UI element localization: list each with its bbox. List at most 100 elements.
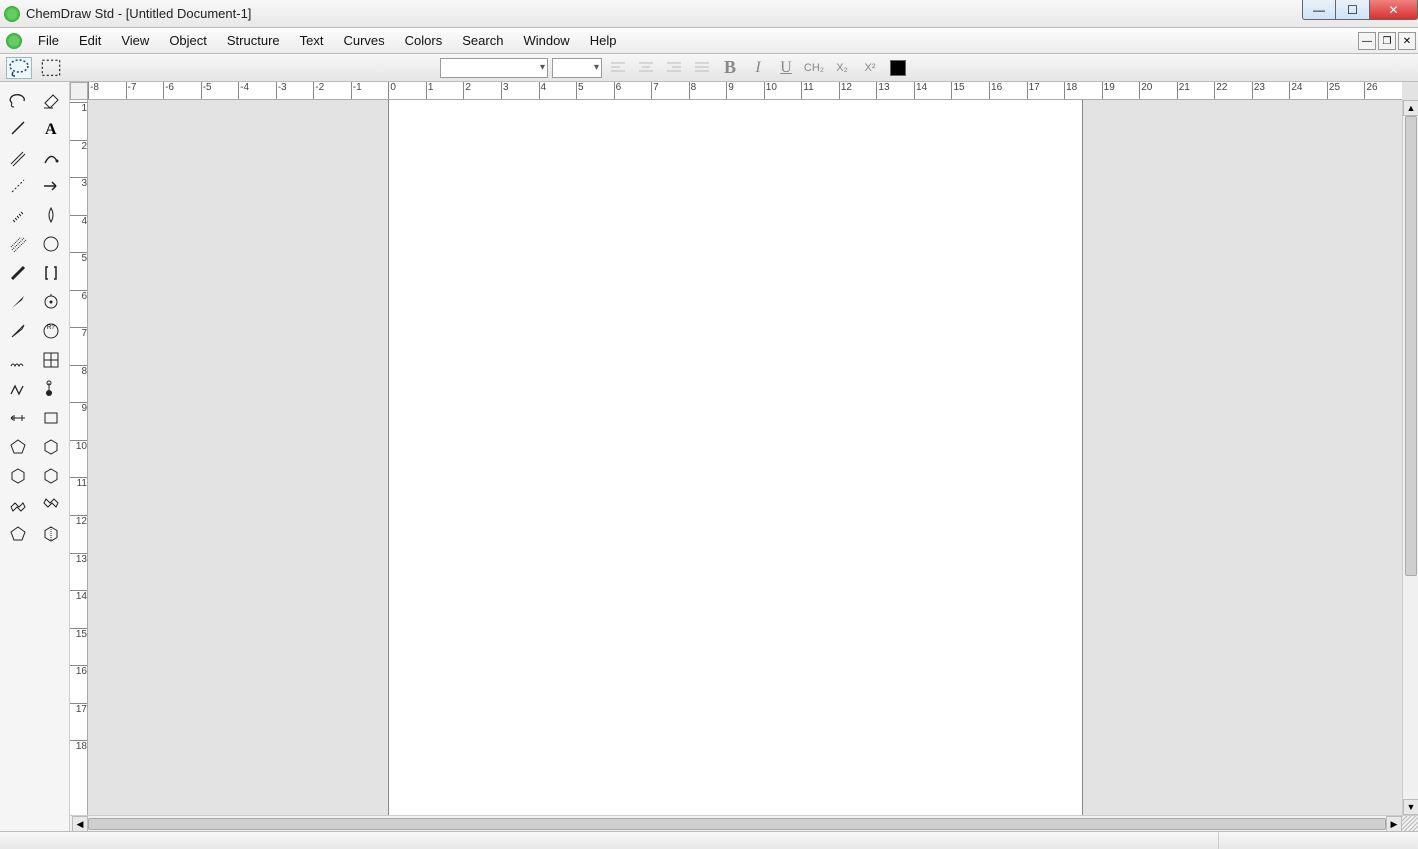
v-tick: 7 bbox=[70, 327, 88, 339]
font-size-select[interactable]: ▾ bbox=[552, 58, 602, 78]
minimize-button[interactable]: — bbox=[1302, 0, 1336, 20]
mdi-close-button[interactable]: ✕ bbox=[1398, 32, 1416, 50]
close-button[interactable]: ✕ bbox=[1370, 0, 1418, 20]
menu-colors[interactable]: Colors bbox=[395, 30, 453, 51]
underline-button[interactable]: U bbox=[774, 57, 798, 79]
superscript-button[interactable]: X² bbox=[858, 57, 882, 79]
menu-edit[interactable]: Edit bbox=[69, 30, 111, 51]
lasso-tool-button[interactable] bbox=[6, 57, 32, 79]
h-scroll-thumb[interactable] bbox=[88, 818, 1386, 830]
tool-hashed-bond[interactable] bbox=[3, 201, 34, 229]
table-icon bbox=[41, 350, 61, 370]
chain-icon bbox=[8, 379, 28, 399]
hollow-wedge-icon bbox=[8, 321, 28, 341]
drawing-page[interactable] bbox=[388, 100, 1083, 815]
canvas-scroll-area[interactable] bbox=[88, 100, 1402, 815]
tool-cyclopentane[interactable] bbox=[3, 520, 34, 548]
horizontal-scrollbar[interactable]: ◀ ▶ bbox=[72, 816, 1402, 831]
h-tick: 26 bbox=[1364, 82, 1377, 100]
tool-chair-a[interactable] bbox=[3, 491, 34, 519]
scroll-left-button[interactable]: ◀ bbox=[72, 816, 88, 832]
menu-text[interactable]: Text bbox=[290, 30, 334, 51]
formula-button[interactable]: CH₂ bbox=[802, 57, 826, 79]
v-tick: 16 bbox=[70, 665, 88, 677]
tool-orbital[interactable] bbox=[36, 201, 67, 229]
tool-eraser[interactable] bbox=[36, 85, 67, 113]
marquee-tool-button[interactable] bbox=[38, 57, 64, 79]
menu-help[interactable]: Help bbox=[580, 30, 627, 51]
tool-chair-b[interactable] bbox=[36, 491, 67, 519]
tool-chain[interactable] bbox=[3, 375, 34, 403]
tool-circle-draw[interactable] bbox=[36, 230, 67, 258]
align-center-button[interactable] bbox=[634, 57, 658, 79]
h-tick: 14 bbox=[914, 82, 927, 100]
menu-window[interactable]: Window bbox=[513, 30, 579, 51]
font-family-select[interactable]: ▾ bbox=[440, 58, 548, 78]
tool-brackets[interactable] bbox=[36, 259, 67, 287]
v-tick: 13 bbox=[70, 553, 88, 565]
menu-search[interactable]: Search bbox=[452, 30, 513, 51]
v-tick: 5 bbox=[70, 252, 88, 264]
tool-cyclohexane-3d[interactable] bbox=[36, 520, 67, 548]
menu-view[interactable]: View bbox=[111, 30, 159, 51]
chevron-down-icon: ▾ bbox=[540, 62, 545, 73]
menu-curves[interactable]: Curves bbox=[333, 30, 394, 51]
size-grip[interactable] bbox=[1402, 816, 1418, 832]
tool-benzene[interactable] bbox=[36, 433, 67, 461]
bold-button[interactable]: B bbox=[718, 57, 742, 79]
scroll-right-button[interactable]: ▶ bbox=[1386, 816, 1402, 832]
tool-multiple-bonds[interactable] bbox=[3, 143, 34, 171]
tool-single-bond[interactable] bbox=[3, 114, 34, 142]
tool-chemical-symbol[interactable] bbox=[36, 288, 67, 316]
align-right-button[interactable] bbox=[662, 57, 686, 79]
status-left bbox=[0, 832, 1218, 849]
tool-text-atom[interactable]: A bbox=[36, 114, 67, 142]
tool-pen[interactable] bbox=[36, 143, 67, 171]
vertical-ruler[interactable]: 123456789101112131415161718 bbox=[70, 100, 88, 815]
mdi-minimize-button[interactable]: — bbox=[1358, 32, 1376, 50]
tool-wavy-bonds[interactable] bbox=[3, 230, 34, 258]
menu-object[interactable]: Object bbox=[159, 30, 217, 51]
cyclohexane-icon bbox=[8, 466, 28, 486]
tool-cyclohexane-alt[interactable] bbox=[36, 462, 67, 490]
tool-tlc-plate[interactable] bbox=[36, 375, 67, 403]
v-tick: 12 bbox=[70, 515, 88, 527]
italic-button[interactable]: I bbox=[746, 57, 770, 79]
color-swatch-button[interactable] bbox=[890, 60, 906, 76]
mdi-restore-button[interactable]: ❐ bbox=[1378, 32, 1396, 50]
v-tick: 6 bbox=[70, 290, 88, 302]
query-icon: R? bbox=[41, 321, 61, 341]
tool-table[interactable] bbox=[36, 346, 67, 374]
align-justify-button[interactable] bbox=[690, 57, 714, 79]
chair-b-icon bbox=[41, 495, 61, 515]
status-bar bbox=[0, 831, 1418, 849]
align-left-button[interactable] bbox=[606, 57, 630, 79]
main-area: A R? -8-7-6-5-4-3-2-101234567891011121314… bbox=[0, 82, 1418, 831]
ruler-corner bbox=[70, 82, 88, 100]
tool-cyclopentadiene[interactable] bbox=[3, 433, 34, 461]
tool-arrow[interactable] bbox=[36, 172, 67, 200]
menu-structure[interactable]: Structure bbox=[217, 30, 290, 51]
tool-bold-bond[interactable] bbox=[3, 259, 34, 287]
tool-lasso[interactable] bbox=[3, 85, 34, 113]
tool-acyclic-chain[interactable] bbox=[3, 404, 34, 432]
v-scroll-thumb[interactable] bbox=[1405, 116, 1417, 576]
horizontal-ruler[interactable]: -8-7-6-5-4-3-2-1012345678910111213141516… bbox=[88, 82, 1402, 100]
tool-dashed-bond[interactable] bbox=[3, 172, 34, 200]
scroll-down-button[interactable]: ▼ bbox=[1403, 799, 1418, 815]
vertical-scrollbar[interactable]: ▲ ▼ bbox=[1402, 100, 1418, 815]
tool-rectangle[interactable] bbox=[36, 404, 67, 432]
tool-hollow-wedge[interactable] bbox=[3, 317, 34, 345]
menu-file[interactable]: File bbox=[28, 30, 69, 51]
maximize-button[interactable]: ☐ bbox=[1336, 0, 1370, 20]
tool-query[interactable]: R? bbox=[36, 317, 67, 345]
v-tick: 2 bbox=[70, 140, 88, 152]
tool-wedge-bond[interactable] bbox=[3, 288, 34, 316]
tool-cyclohexane[interactable] bbox=[3, 462, 34, 490]
cyclopentadiene-icon bbox=[8, 437, 28, 457]
h-tick: -1 bbox=[351, 82, 362, 100]
tool-squiggle-bond[interactable] bbox=[3, 346, 34, 374]
wavy-bonds-icon bbox=[8, 234, 28, 254]
scroll-up-button[interactable]: ▲ bbox=[1403, 100, 1418, 116]
subscript-button[interactable]: X₂ bbox=[830, 57, 854, 79]
